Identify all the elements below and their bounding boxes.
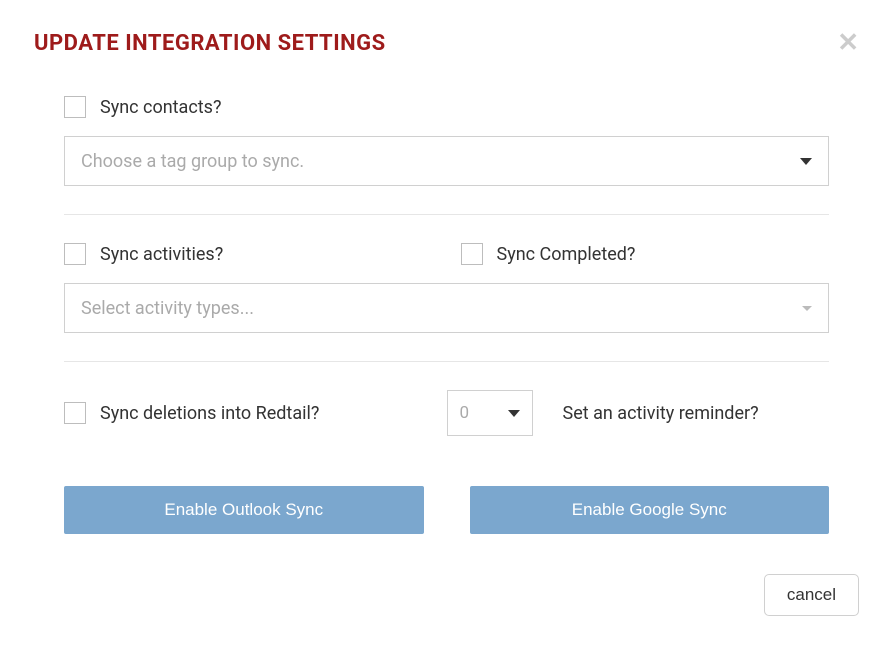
chevron-down-icon	[508, 410, 520, 417]
activity-types-placeholder: Select activity types...	[81, 298, 254, 319]
reminder-col: 0 Set an activity reminder?	[447, 390, 830, 436]
reminder-value: 0	[460, 403, 470, 423]
reminder-label: Set an activity reminder?	[563, 403, 759, 424]
modal-footer: cancel	[34, 574, 859, 616]
sync-contacts-checkbox[interactable]	[64, 96, 86, 118]
sync-activities-checkbox[interactable]	[64, 243, 86, 265]
chevron-down-icon	[802, 306, 812, 311]
cancel-button[interactable]: cancel	[764, 574, 859, 616]
reminder-select[interactable]: 0	[447, 390, 533, 436]
sync-completed-label: Sync Completed?	[497, 244, 636, 265]
enable-outlook-button[interactable]: Enable Outlook Sync	[64, 486, 424, 534]
sync-activities-col: Sync activities?	[64, 243, 447, 265]
tag-group-select[interactable]: Choose a tag group to sync.	[64, 136, 829, 186]
integration-settings-modal: UPDATE INTEGRATION SETTINGS ✕ Sync conta…	[0, 0, 893, 646]
enable-google-button[interactable]: Enable Google Sync	[470, 486, 830, 534]
deletions-reminder-row: Sync deletions into Redtail? 0 Set an ac…	[64, 390, 829, 436]
enable-buttons-row: Enable Outlook Sync Enable Google Sync	[64, 486, 829, 534]
sync-completed-checkbox[interactable]	[461, 243, 483, 265]
activity-types-select[interactable]: Select activity types...	[64, 283, 829, 333]
modal-body: Sync contacts? Choose a tag group to syn…	[34, 96, 859, 534]
sync-deletions-checkbox[interactable]	[64, 402, 86, 424]
divider	[64, 214, 829, 215]
sync-activities-label: Sync activities?	[100, 244, 223, 265]
sync-completed-col: Sync Completed?	[461, 243, 844, 265]
sync-contacts-label: Sync contacts?	[100, 97, 221, 118]
sync-deletions-label: Sync deletions into Redtail?	[100, 403, 319, 424]
modal-title: UPDATE INTEGRATION SETTINGS	[34, 31, 386, 56]
chevron-down-icon	[800, 158, 812, 165]
divider	[64, 361, 829, 362]
close-icon[interactable]: ✕	[837, 30, 859, 56]
sync-contacts-row: Sync contacts?	[64, 96, 829, 118]
sync-deletions-col: Sync deletions into Redtail?	[64, 402, 447, 424]
sync-activities-row: Sync activities? Sync Completed?	[64, 243, 829, 265]
tag-group-placeholder: Choose a tag group to sync.	[81, 151, 304, 172]
modal-header: UPDATE INTEGRATION SETTINGS ✕	[34, 30, 859, 56]
